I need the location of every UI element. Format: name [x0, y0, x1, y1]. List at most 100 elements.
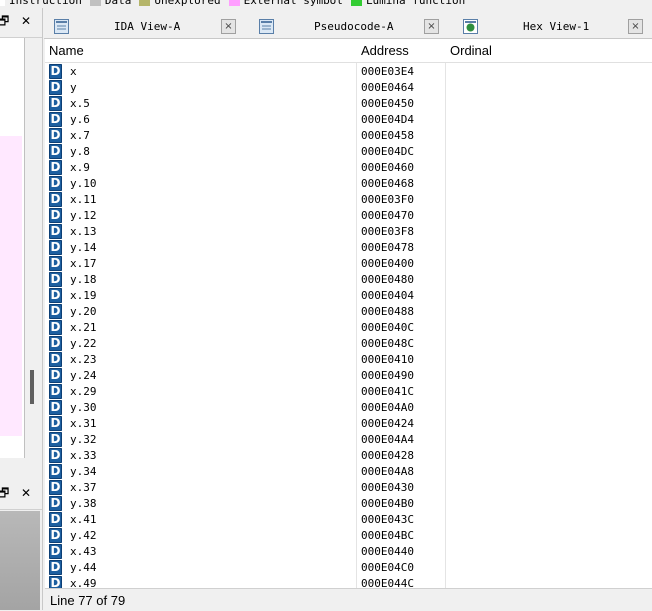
table-row[interactable]: Dx 000E03E4 [45, 63, 652, 79]
cell-name: y.30 [70, 401, 97, 414]
table-row[interactable]: Dx.7 000E0458 [45, 127, 652, 143]
table-row[interactable]: Dx.31 000E0424 [45, 415, 652, 431]
column-header-ordinal[interactable]: Ordinal [450, 43, 492, 58]
cell-address: 000E04A8 [361, 465, 414, 478]
legend-item: Instruction [0, 0, 82, 7]
data-symbol-icon: D [49, 464, 62, 479]
table-row[interactable]: Dx.17 000E0400 [45, 255, 652, 271]
cell-address: 000E040C [361, 321, 414, 334]
cell-name: x.5 [70, 97, 90, 110]
tab-hex-view-1[interactable]: Hex View-1 × [453, 16, 652, 38]
data-symbol-icon: D [49, 112, 62, 127]
data-symbol-icon: D [49, 144, 62, 159]
table-row[interactable]: Dy.8 000E04DC [45, 143, 652, 159]
data-symbol-icon: D [49, 576, 62, 588]
table-row[interactable]: Dx.21 000E040C [45, 319, 652, 335]
data-symbol-icon: D [49, 432, 62, 447]
data-symbol-icon: D [49, 400, 62, 415]
table-row[interactable]: Dy.10 000E0468 [45, 175, 652, 191]
legend-swatch [350, 0, 362, 6]
column-header-address[interactable]: Address [361, 43, 409, 58]
table-row[interactable]: Dx.49 000E044C [45, 575, 652, 588]
table-row[interactable]: Dx.43 000E0440 [45, 543, 652, 559]
cell-address: 000E0470 [361, 209, 414, 222]
left-panel-view[interactable] [0, 38, 25, 458]
left-panel-scrollbar-thumb[interactable] [30, 370, 34, 404]
table-row[interactable]: Dx.29 000E041C [45, 383, 652, 399]
legend-label: Instruction [9, 0, 82, 7]
cell-address: 000E0450 [361, 97, 414, 110]
cell-address: 000E0428 [361, 449, 414, 462]
legend-label: Lumina function [365, 0, 466, 7]
cell-name: y.44 [70, 561, 97, 574]
table-row[interactable]: Dx.33 000E0428 [45, 447, 652, 463]
cell-name: y.38 [70, 497, 97, 510]
tab-hex-view-1-close-icon[interactable]: × [628, 19, 643, 34]
status-line-count: Line 77 of 79 [50, 593, 126, 608]
tab-pseudocode-a-close-icon[interactable]: × [424, 19, 439, 34]
names-table[interactable]: Name Address Ordinal Dx 000E03E4 Dy 000E046… [45, 39, 652, 588]
data-symbol-icon: D [49, 480, 62, 495]
data-symbol-icon: D [49, 80, 62, 95]
left-panel-header-top: 🗗 ✕ [0, 8, 42, 38]
table-row[interactable]: Dx.37 000E0430 [45, 479, 652, 495]
tab-pseudocode-a[interactable]: Pseudocode-A × [249, 16, 449, 38]
legend-swatch [139, 0, 151, 6]
table-row[interactable]: Dx.5 000E0450 [45, 95, 652, 111]
restore-window-icon-2[interactable]: 🗗 [0, 486, 9, 500]
close-panel-icon-2[interactable]: ✕ [21, 486, 31, 500]
cell-name: x.29 [70, 385, 97, 398]
cell-name: x [70, 65, 77, 78]
close-panel-icon[interactable]: ✕ [21, 14, 31, 28]
restore-window-icon[interactable]: 🗗 [0, 14, 9, 28]
data-symbol-icon: D [49, 288, 62, 303]
data-symbol-icon: D [49, 272, 62, 287]
legend-item: Unexplored [139, 0, 221, 7]
table-row[interactable]: Dx.23 000E0410 [45, 351, 652, 367]
table-row[interactable]: Dy.22 000E048C [45, 335, 652, 351]
data-symbol-icon: D [49, 256, 62, 271]
table-row[interactable]: Dy.32 000E04A4 [45, 431, 652, 447]
cell-name: y.34 [70, 465, 97, 478]
table-row[interactable]: Dy.12 000E0470 [45, 207, 652, 223]
cell-address: 000E04B0 [361, 497, 414, 510]
cell-name: y.8 [70, 145, 90, 158]
legend-label: External symbol [243, 0, 343, 7]
table-row[interactable]: Dy.20 000E0488 [45, 303, 652, 319]
tab-ida-view-a-close-icon[interactable]: × [221, 19, 236, 34]
cell-name: x.41 [70, 513, 97, 526]
table-row[interactable]: Dx.19 000E0404 [45, 287, 652, 303]
cell-name: y.12 [70, 209, 97, 222]
cell-address: 000E041C [361, 385, 414, 398]
table-row[interactable]: Dy.42 000E04BC [45, 527, 652, 543]
cell-address: 000E0480 [361, 273, 414, 286]
table-row[interactable]: Dx.9 000E0460 [45, 159, 652, 175]
table-row[interactable]: Dy.34 000E04A8 [45, 463, 652, 479]
column-header-name[interactable]: Name [49, 43, 84, 58]
data-symbol-icon: D [49, 528, 62, 543]
cell-name: x.17 [70, 257, 97, 270]
table-row[interactable]: Dy 000E0464 [45, 79, 652, 95]
table-row[interactable]: Dy.24 000E0490 [45, 367, 652, 383]
cell-name: y.20 [70, 305, 97, 318]
table-body: Dx 000E03E4 Dy 000E0464 Dx.5 000E0450 Dy.6 000E… [45, 63, 652, 588]
cell-name: x.11 [70, 193, 97, 206]
cell-name: x.43 [70, 545, 97, 558]
table-row[interactable]: Dx.41 000E043C [45, 511, 652, 527]
table-row[interactable]: Dy.18 000E0480 [45, 271, 652, 287]
table-row[interactable]: Dy.6 000E04D4 [45, 111, 652, 127]
left-panel-preview[interactable] [0, 511, 40, 610]
cell-address: 000E03F8 [361, 225, 414, 238]
table-row[interactable]: Dx.13 000E03F8 [45, 223, 652, 239]
table-row[interactable]: Dy.44 000E04C0 [45, 559, 652, 575]
cell-address: 000E0488 [361, 305, 414, 318]
table-row[interactable]: Dy.30 000E04A0 [45, 399, 652, 415]
table-row[interactable]: Dy.14 000E0478 [45, 239, 652, 255]
cell-address: 000E0430 [361, 481, 414, 494]
cell-address: 000E0440 [361, 545, 414, 558]
table-row[interactable]: Dx.11 000E03F0 [45, 191, 652, 207]
table-row[interactable]: Dy.38 000E04B0 [45, 495, 652, 511]
legend-item: Data [89, 0, 131, 7]
tab-pseudocode-a-label: Pseudocode-A [314, 20, 394, 33]
tab-ida-view-a[interactable]: IDA View-A × [44, 16, 247, 38]
